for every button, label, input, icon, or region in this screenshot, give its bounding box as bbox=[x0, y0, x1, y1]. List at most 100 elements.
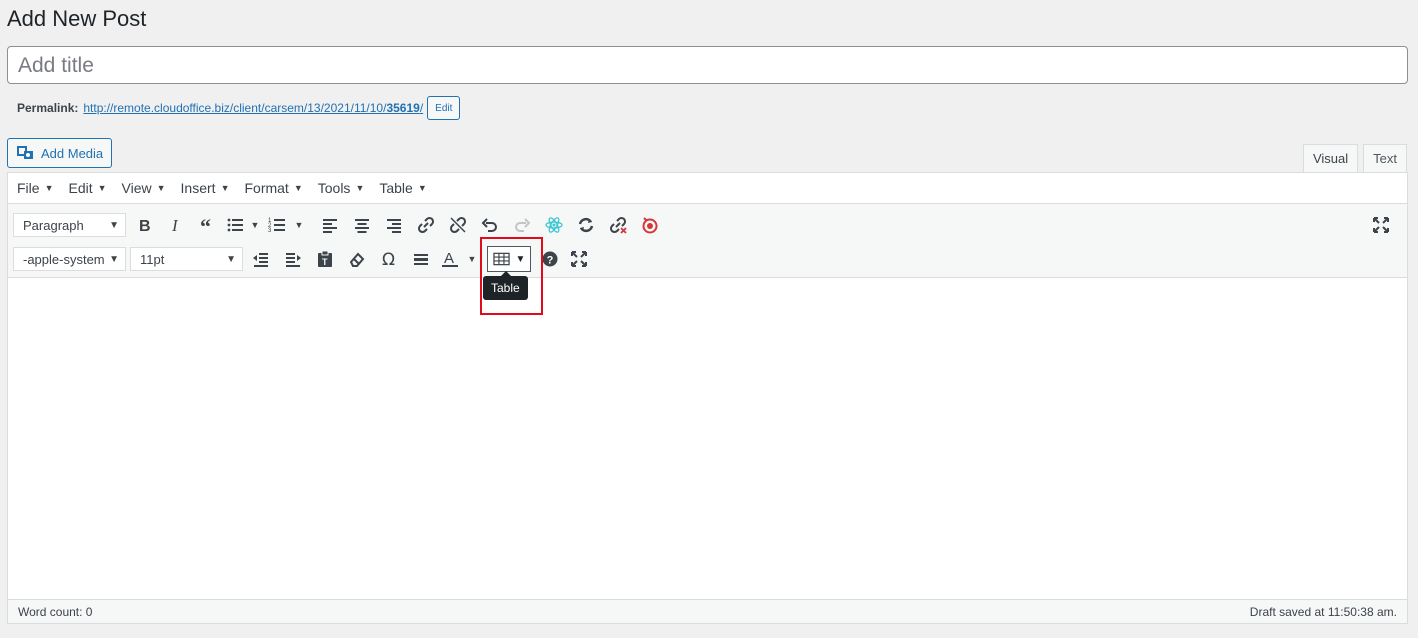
chevron-down-icon: ▼ bbox=[250, 220, 260, 230]
indent-button[interactable] bbox=[277, 244, 309, 274]
editor-status-bar: Word count: 0 Draft saved at 11:50:38 am… bbox=[8, 599, 1407, 623]
text-color-dropdown[interactable]: ▼ bbox=[463, 244, 481, 274]
permalink-label: Permalink: bbox=[17, 101, 79, 115]
clear-formatting-button[interactable] bbox=[341, 244, 373, 274]
add-media-button[interactable]: Add Media bbox=[7, 138, 112, 168]
react-icon bbox=[545, 217, 563, 233]
refresh-icon bbox=[578, 217, 594, 233]
chevron-down-icon: ▼ bbox=[109, 219, 119, 231]
fullscreen-icon bbox=[571, 251, 587, 267]
chevron-down-icon: ▼ bbox=[294, 220, 304, 230]
paste-text-button[interactable]: T bbox=[309, 244, 341, 274]
text-color-icon: A bbox=[442, 250, 458, 267]
react-button[interactable] bbox=[538, 210, 570, 240]
menu-view[interactable]: View ▼ bbox=[122, 180, 166, 196]
title-input[interactable]: Add title bbox=[7, 46, 1408, 84]
font-size-select[interactable]: 11pt ▼ bbox=[130, 247, 243, 271]
blockquote-icon: “ bbox=[200, 216, 211, 234]
font-family-select[interactable]: -apple-system ▼ bbox=[13, 247, 126, 271]
broken-link-button[interactable] bbox=[602, 210, 634, 240]
redo-icon bbox=[515, 218, 531, 232]
horizontal-rule-icon bbox=[414, 254, 428, 265]
chevron-down-icon: ▼ bbox=[156, 183, 166, 193]
block-format-select[interactable]: Paragraph ▼ bbox=[13, 213, 126, 237]
record-button[interactable] bbox=[634, 210, 666, 240]
outdent-button[interactable] bbox=[245, 244, 277, 274]
permalink-bar: Permalink: http://remote.cloudoffice.biz… bbox=[17, 96, 461, 120]
svg-text:?: ? bbox=[547, 255, 554, 267]
menu-tools[interactable]: Tools ▼ bbox=[318, 180, 365, 196]
svg-text:Ω: Ω bbox=[382, 250, 395, 268]
tab-visual[interactable]: Visual bbox=[1302, 144, 1359, 173]
editor-container: File ▼ Edit ▼ View ▼ Insert ▼ Format ▼ Tools ▼… bbox=[7, 172, 1408, 624]
undo-icon bbox=[481, 218, 497, 232]
permalink-link[interactable]: http://remote.cloudoffice.biz/client/car… bbox=[83, 101, 423, 115]
numbered-list-button[interactable]: 123 bbox=[264, 210, 290, 240]
toolbar-row-1: Paragraph ▼ B I “ ▼ 123 ▼ bbox=[13, 210, 666, 240]
undo-button[interactable] bbox=[474, 210, 506, 240]
horizontal-rule-button[interactable] bbox=[405, 244, 437, 274]
align-right-button[interactable] bbox=[378, 210, 410, 240]
svg-text:B: B bbox=[139, 218, 151, 234]
unlink-icon bbox=[449, 216, 467, 234]
chevron-down-icon: ▼ bbox=[467, 254, 477, 264]
menu-edit[interactable]: Edit ▼ bbox=[68, 180, 106, 196]
eraser-icon bbox=[349, 252, 365, 267]
bullet-list-icon bbox=[227, 218, 243, 232]
editor-menubar: File ▼ Edit ▼ View ▼ Insert ▼ Format ▼ Tools ▼… bbox=[8, 173, 1407, 204]
align-center-icon bbox=[355, 219, 369, 233]
refresh-button[interactable] bbox=[570, 210, 602, 240]
chevron-down-icon: ▼ bbox=[109, 253, 119, 265]
page-title: Add New Post bbox=[7, 6, 147, 31]
svg-text:T: T bbox=[322, 257, 328, 267]
text-color-button[interactable]: A bbox=[437, 244, 463, 274]
record-icon bbox=[642, 217, 658, 234]
chevron-down-icon: ▼ bbox=[44, 183, 54, 193]
blockquote-button[interactable]: “ bbox=[192, 210, 224, 240]
svg-text:3: 3 bbox=[268, 228, 272, 234]
menu-file[interactable]: File ▼ bbox=[17, 180, 53, 196]
fullscreen-button[interactable] bbox=[1365, 210, 1397, 240]
chevron-down-icon: ▼ bbox=[417, 183, 427, 193]
svg-text:“: “ bbox=[200, 216, 211, 234]
menu-table[interactable]: Table ▼ bbox=[379, 180, 426, 196]
redo-button[interactable] bbox=[506, 210, 538, 240]
menu-insert[interactable]: Insert ▼ bbox=[181, 180, 230, 196]
help-icon: ? bbox=[542, 251, 558, 267]
numbered-list-icon: 123 bbox=[268, 218, 285, 234]
align-right-icon bbox=[387, 219, 401, 233]
numbered-list-dropdown[interactable]: ▼ bbox=[290, 210, 308, 240]
insert-link-button[interactable] bbox=[410, 210, 442, 240]
table-button-highlight bbox=[480, 237, 543, 315]
editor-tabs: Visual Text bbox=[1298, 144, 1407, 173]
media-icon bbox=[17, 146, 33, 159]
editor-content-area[interactable] bbox=[8, 279, 1407, 599]
distraction-free-button[interactable] bbox=[563, 244, 595, 274]
bullet-list-dropdown[interactable]: ▼ bbox=[246, 210, 264, 240]
align-center-button[interactable] bbox=[346, 210, 378, 240]
align-left-button[interactable] bbox=[314, 210, 346, 240]
fullscreen-icon bbox=[1373, 217, 1389, 233]
tab-text[interactable]: Text bbox=[1363, 144, 1407, 173]
permalink-edit-button[interactable]: Edit bbox=[427, 96, 461, 120]
word-count: Word count: 0 bbox=[18, 604, 93, 619]
chevron-down-icon: ▼ bbox=[220, 183, 230, 193]
indent-icon bbox=[286, 253, 301, 267]
draft-saved-status: Draft saved at 11:50:38 am. bbox=[1249, 604, 1397, 619]
svg-text:A: A bbox=[444, 250, 454, 267]
chevron-down-icon: ▼ bbox=[226, 253, 236, 265]
bold-icon: B bbox=[139, 218, 151, 234]
add-media-label: Add Media bbox=[41, 145, 104, 161]
align-left-icon bbox=[323, 219, 337, 233]
special-character-button[interactable]: Ω bbox=[373, 244, 405, 274]
chevron-down-icon: ▼ bbox=[293, 183, 303, 193]
italic-button[interactable]: I bbox=[160, 210, 192, 240]
omega-icon: Ω bbox=[382, 250, 395, 268]
menu-format[interactable]: Format ▼ bbox=[244, 180, 302, 196]
remove-link-button[interactable] bbox=[442, 210, 474, 240]
bullet-list-button[interactable] bbox=[224, 210, 246, 240]
chevron-down-icon: ▼ bbox=[355, 183, 365, 193]
bold-button[interactable]: B bbox=[128, 210, 160, 240]
broken-link-icon bbox=[609, 216, 627, 234]
italic-icon: I bbox=[171, 216, 179, 234]
